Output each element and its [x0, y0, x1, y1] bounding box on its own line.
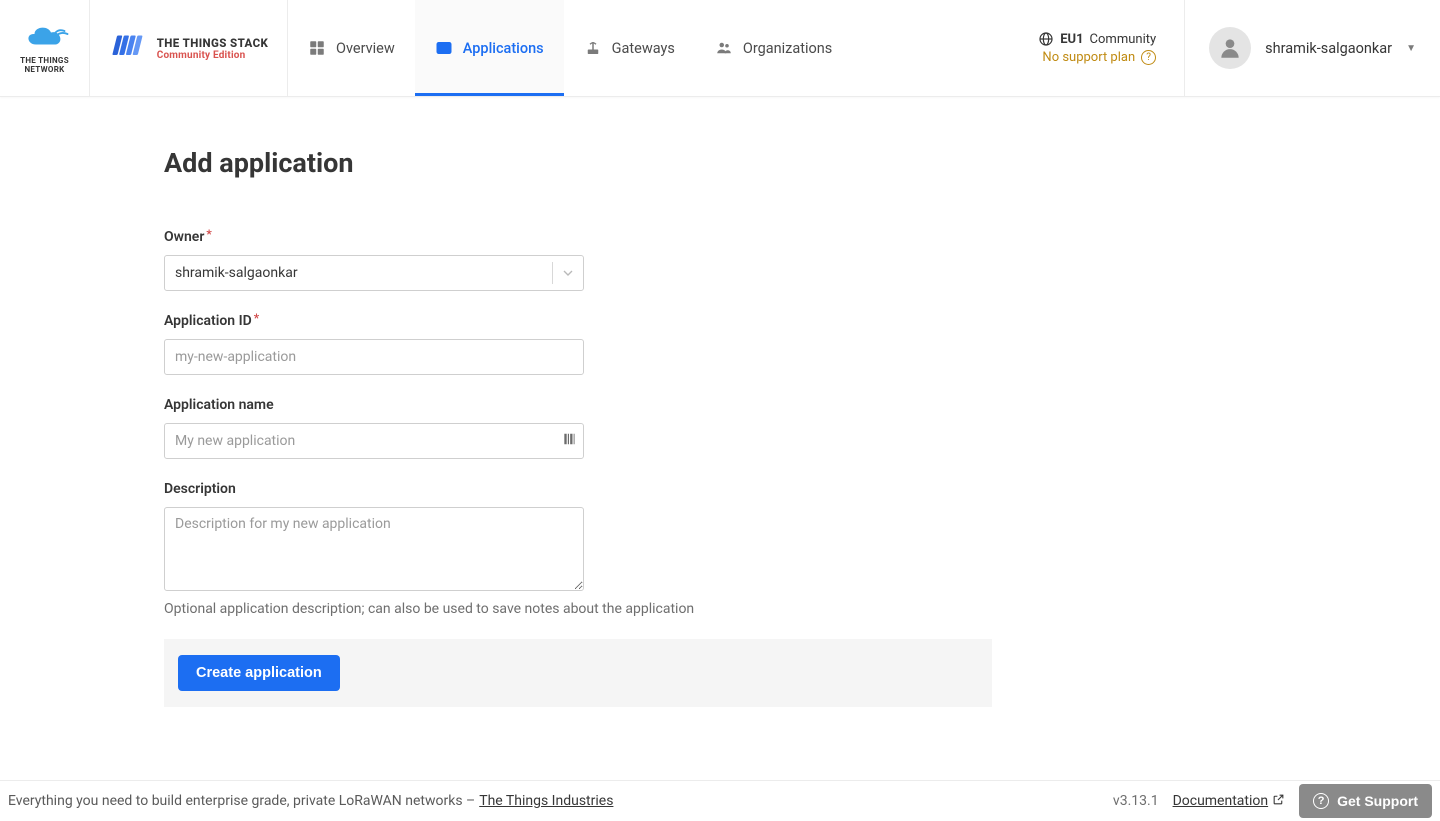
- description-label: Description: [164, 481, 1440, 497]
- nav-label: Organizations: [743, 40, 832, 57]
- description-field: Description Optional application descrip…: [164, 481, 1440, 617]
- app-name-field: Application name: [164, 397, 1440, 459]
- stack-logo[interactable]: THE THINGS STACK Community Edition: [90, 0, 288, 96]
- people-icon: [715, 39, 733, 57]
- globe-icon: [1038, 31, 1054, 47]
- help-icon: ?: [1313, 793, 1329, 809]
- description-input[interactable]: [164, 507, 584, 591]
- footer: Everything you need to build enterprise …: [0, 780, 1440, 821]
- app-id-label: Application ID*: [164, 313, 1440, 329]
- nav-organizations[interactable]: Organizations: [695, 0, 852, 96]
- footer-tti-link[interactable]: The Things Industries: [479, 793, 613, 809]
- main: Add application Owner* shramik-salgaonka…: [0, 97, 1440, 780]
- documentation-link[interactable]: Documentation: [1173, 793, 1286, 810]
- nav-applications[interactable]: Applications: [415, 0, 564, 96]
- nav-label: Gateways: [612, 40, 675, 57]
- help-icon[interactable]: ?: [1141, 50, 1156, 65]
- version-label: v3.13.1: [1113, 793, 1159, 809]
- support-plan-text: No support plan: [1042, 50, 1135, 65]
- owner-value: shramik-salgaonkar: [165, 265, 552, 281]
- ttn-logo-text: THE THINGSNETWORK: [20, 56, 69, 74]
- header: THE THINGSNETWORK THE THINGS STACK Commu…: [0, 0, 1440, 97]
- owner-label: Owner*: [164, 229, 1440, 245]
- application-icon: [435, 39, 453, 57]
- footer-tagline: Everything you need to build enterprise …: [8, 793, 475, 809]
- nav-label: Overview: [336, 40, 395, 57]
- cluster-tier: Community: [1090, 32, 1157, 47]
- stack-logo-text: THE THINGS STACK Community Edition: [157, 36, 269, 61]
- grid-icon: [308, 39, 326, 57]
- app-name-input[interactable]: [164, 423, 584, 459]
- user-menu[interactable]: shramik-salgaonkar ▼: [1185, 0, 1440, 96]
- external-link-icon: [1272, 793, 1285, 810]
- owner-field: Owner* shramik-salgaonkar: [164, 229, 1440, 291]
- cluster-panel[interactable]: EU1 Community No support plan ?: [1018, 0, 1185, 96]
- create-application-button[interactable]: Create application: [178, 655, 340, 691]
- chevron-down-icon: [553, 265, 583, 281]
- nav-overview[interactable]: Overview: [288, 0, 415, 96]
- top-nav: Overview Applications Gateways Organizat…: [288, 0, 852, 96]
- avatar: [1209, 27, 1251, 69]
- get-support-button[interactable]: ? Get Support: [1299, 784, 1432, 818]
- ttn-logo[interactable]: THE THINGSNETWORK: [0, 0, 90, 96]
- page-title: Add application: [164, 147, 1440, 179]
- app-name-label: Application name: [164, 397, 1440, 413]
- cloud-icon: [20, 22, 70, 52]
- gateway-icon: [584, 39, 602, 57]
- owner-select[interactable]: shramik-salgaonkar: [164, 255, 584, 291]
- app-id-input[interactable]: [164, 339, 584, 375]
- stack-icon: [109, 31, 147, 65]
- submit-bar: Create application: [164, 639, 992, 707]
- person-icon: [1217, 35, 1243, 61]
- description-help: Optional application description; can al…: [164, 601, 1440, 617]
- generate-icon[interactable]: [562, 432, 576, 450]
- app-id-field: Application ID*: [164, 313, 1440, 375]
- nav-gateways[interactable]: Gateways: [564, 0, 695, 96]
- chevron-down-icon: ▼: [1406, 43, 1416, 54]
- nav-label: Applications: [463, 40, 544, 57]
- user-name: shramik-salgaonkar: [1265, 40, 1392, 57]
- cluster-region: EU1: [1060, 32, 1083, 47]
